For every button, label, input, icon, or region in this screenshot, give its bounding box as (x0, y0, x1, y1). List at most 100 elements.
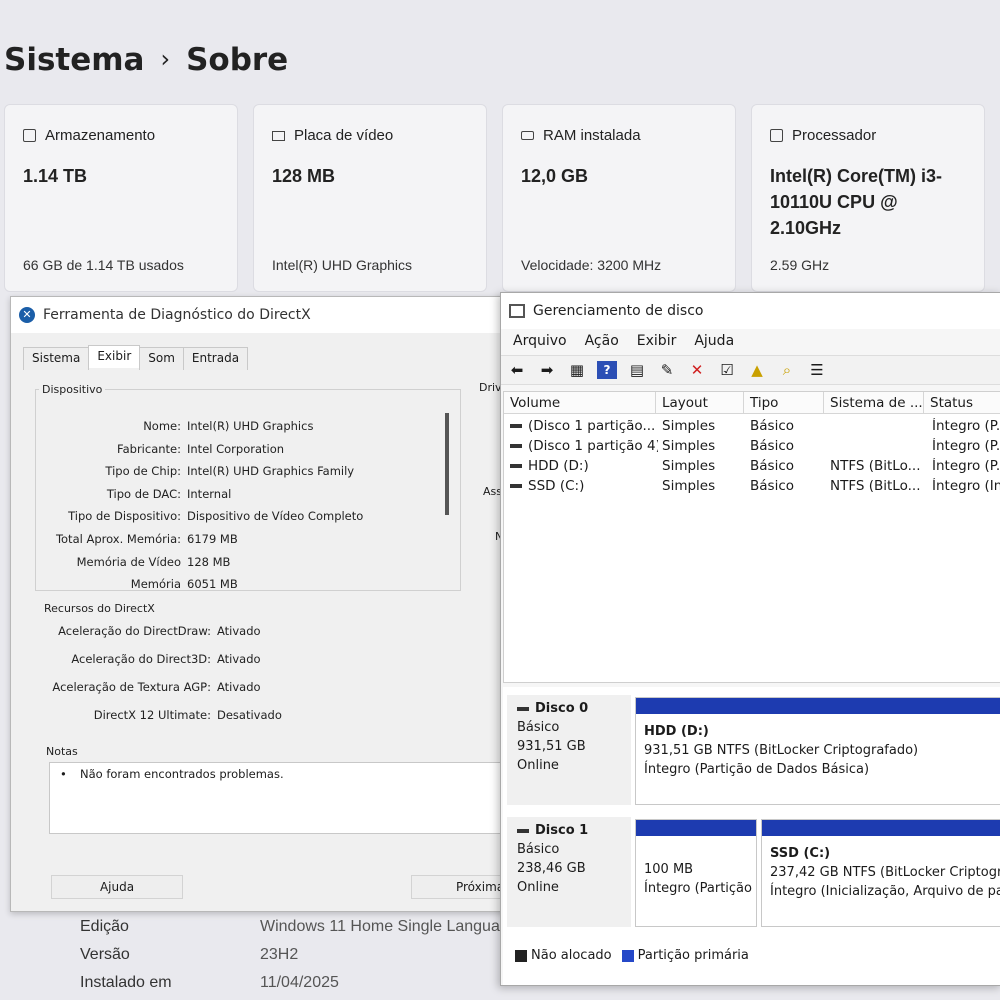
cell-volume: HDD (D:) (528, 458, 589, 474)
column-volume[interactable]: Volume (504, 392, 656, 414)
dxdiag-titlebar[interactable]: ✕ Ferramenta de Diagnóstico do DirectX (11, 297, 531, 333)
disk-state: Online (517, 758, 559, 773)
device-row: Total Aprox. Memória: 6179 MB (31, 532, 238, 546)
menu-exibir[interactable]: Exibir (637, 333, 677, 349)
cell-volume: (Disco 1 partição 4) (528, 438, 658, 454)
partition-ssd-c[interactable]: SSD (C:) 237,42 GB NTFS (BitLocker Cript… (761, 819, 1000, 927)
spec-value: 11/04/2025 (260, 974, 339, 991)
device-key: Memória (130, 577, 181, 591)
column-status[interactable]: Status (924, 392, 1000, 414)
device-value: 6051 MB (187, 577, 238, 591)
cell-layout: Simples (662, 418, 716, 434)
toolbar: ⬅ ➡ ▦ ? ▤ ✎ ✕ ☑ ▲ ⌕ ☰ (501, 355, 1000, 385)
resources-group-label: Recursos do DirectX (41, 602, 158, 615)
device-value: Intel(R) UHD Graphics (187, 419, 314, 433)
legend-item: Não alocado (515, 948, 612, 963)
resource-value: Desativado (217, 708, 282, 722)
cell-volume: (Disco 1 partição... (528, 418, 654, 434)
device-key: Total Aprox. Memória: (55, 532, 181, 546)
spec-key: Instalado em (80, 974, 172, 991)
tab-exibir[interactable]: Exibir (88, 345, 141, 368)
disk-0-label[interactable]: Disco 0 Básico 931,51 GB Online (507, 695, 631, 805)
ram-card[interactable]: RAM instalada 12,0 GB Velocidade: 3200 M… (502, 104, 736, 292)
column-layout[interactable]: Layout (656, 392, 744, 414)
notes-label: Notas (43, 745, 81, 758)
menu-bar: Arquivo Ação Exibir Ajuda (513, 333, 734, 349)
disk-icon (517, 706, 529, 711)
disk-name: Disco 1 (535, 823, 589, 838)
delete-icon[interactable]: ✕ (687, 361, 707, 379)
device-row: Tipo de Dispositivo: Dispositivo de Vídeo… (31, 509, 363, 523)
disk-1-label[interactable]: Disco 1 Básico 238,46 GB Online (507, 817, 631, 927)
legend-item: Partição primária (621, 948, 749, 963)
breadcrumb-parent[interactable]: Sistema (4, 42, 144, 78)
device-key: Memória de Vídeo (76, 555, 181, 569)
card-value: 128 MB (272, 166, 336, 186)
back-arrow-icon[interactable]: ⬅ (507, 361, 527, 379)
menu-ajuda[interactable]: Ajuda (694, 333, 734, 349)
check-icon[interactable]: ☑ (717, 361, 737, 379)
notes-box[interactable]: • Não foram encontrados problemas. (49, 762, 521, 834)
bullet-icon: • (60, 767, 67, 781)
cell-status: Íntegro (P... (932, 458, 1000, 474)
resource-row: Aceleração do DirectDraw: Ativado (31, 624, 260, 638)
cell-tipo: Básico (750, 458, 795, 474)
menu-acao[interactable]: Ação (585, 333, 619, 349)
device-key: Tipo de Chip: (105, 464, 181, 478)
volume-icon (510, 424, 522, 428)
card-label: Placa de vídeo (294, 127, 394, 144)
cell-sistema: NTFS (BitLo... (830, 478, 921, 494)
column-tipo[interactable]: Tipo (744, 392, 824, 414)
dxdiag-window: ✕ Ferramenta de Diagnóstico do DirectX S… (10, 296, 532, 912)
chevron-right-icon: › (160, 45, 171, 73)
partition-bar (636, 820, 756, 836)
forward-arrow-icon[interactable]: ➡ (537, 361, 557, 379)
view-icon[interactable]: ▤ (627, 361, 647, 379)
scrollbar-thumb[interactable] (445, 413, 449, 515)
connect-icon[interactable]: ✎ (657, 361, 677, 379)
disk-name: Disco 0 (535, 701, 589, 716)
cell-tipo: Básico (750, 438, 795, 454)
properties-icon[interactable]: ☰ (807, 361, 827, 379)
legend-label: Partição primária (637, 948, 749, 963)
device-row: Memória de Vídeo 128 MB (31, 555, 231, 569)
card-sub: Velocidade: 3200 MHz (521, 257, 662, 273)
search-icon[interactable]: ⌕ (777, 361, 797, 379)
help-button[interactable]: Ajuda (51, 875, 183, 899)
diskmgmt-titlebar[interactable]: Gerenciamento de disco (501, 293, 1000, 329)
spec-key: Versão (80, 946, 130, 963)
partition-system-100mb[interactable]: 100 MB Íntegro (Partição (635, 819, 757, 927)
device-row: Memória 6051 MB (31, 577, 238, 591)
cell-sistema: NTFS (BitLo... (830, 458, 921, 474)
partition-info: 237,42 GB NTFS (BitLocker Criptograf (770, 865, 1000, 880)
volume-list[interactable]: Volume Layout Tipo Sistema de ... Status… (503, 391, 1000, 683)
cell-status: Íntegro (P... (932, 418, 1000, 434)
column-sistema[interactable]: Sistema de ... (824, 392, 924, 414)
import-icon[interactable]: ▲ (747, 361, 767, 379)
card-value: Intel(R) Core(TM) i3-10110U CPU @ 2.10GH… (770, 166, 942, 238)
tab-sistema[interactable]: Sistema (23, 347, 90, 370)
console-tree-icon[interactable]: ▦ (567, 361, 587, 379)
tab-entrada[interactable]: Entrada (182, 347, 249, 370)
cpu-card[interactable]: Processador Intel(R) Core(TM) i3-10110U … (751, 104, 985, 292)
page-title: Sobre (186, 42, 289, 78)
device-row: Tipo de DAC: Internal (31, 487, 231, 501)
menu-arquivo[interactable]: Arquivo (513, 333, 567, 349)
tab-som[interactable]: Som (139, 347, 184, 370)
device-value: Intel(R) UHD Graphics Family (187, 464, 355, 478)
partition-hdd-d[interactable]: HDD (D:) 931,51 GB NTFS (BitLocker Cript… (635, 697, 1000, 805)
resource-value: Ativado (217, 680, 261, 694)
partition-title: SSD (C:) (770, 846, 831, 861)
spec-row: Instalado em 11/04/2025 (0, 974, 339, 992)
storage-card[interactable]: Armazenamento 1.14 TB 66 GB de 1.14 TB u… (4, 104, 238, 292)
primary-partition-swatch (621, 949, 634, 962)
card-value: 12,0 GB (521, 166, 589, 186)
disk-size: 238,46 GB (517, 861, 586, 876)
partition-info: 100 MB (644, 862, 694, 877)
gpu-card[interactable]: Placa de vídeo 128 MB Intel(R) UHD Graph… (253, 104, 487, 292)
help-icon[interactable]: ? (597, 361, 617, 379)
device-value: 128 MB (187, 555, 231, 569)
cell-layout: Simples (662, 438, 716, 454)
directx-icon: ✕ (19, 307, 35, 323)
window-title: Gerenciamento de disco (533, 303, 704, 319)
